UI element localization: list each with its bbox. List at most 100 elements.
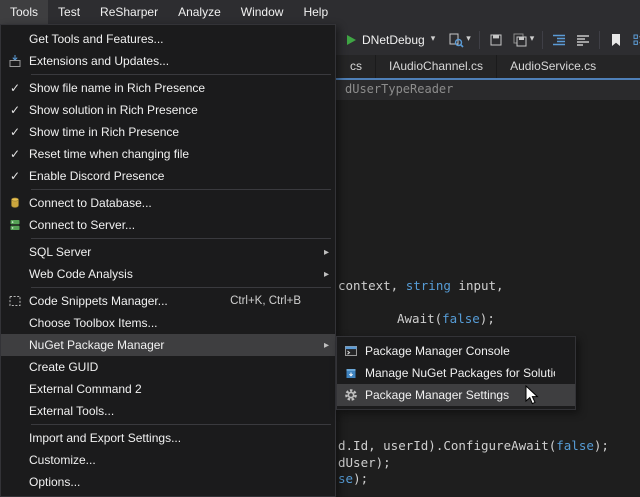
menu-item-manage-nuget-packages-for-solution[interactable]: Manage NuGet Packages for Solution... [337, 362, 575, 384]
menu-item-connect-to-database[interactable]: Connect to Database... [1, 192, 335, 214]
extensions-icon [1, 54, 29, 68]
menu-separator [31, 189, 331, 190]
start-debugging-button[interactable]: DNetDebug ▾ [340, 28, 442, 52]
menu-item-reset-time-when-changing-file[interactable]: ✓Reset time when changing file [1, 143, 335, 165]
menu-item-label: Show file name in Rich Presence [29, 81, 315, 95]
find-symbol-button[interactable]: ▾ [444, 29, 475, 51]
menu-item-package-manager-console[interactable]: Package Manager Console [337, 340, 575, 362]
menu-item-shortcut: Ctrl+K, Ctrl+B [230, 295, 315, 307]
navigation-member-label: dUserTypeReader [345, 82, 453, 96]
checkmark-icon: ✓ [1, 147, 29, 161]
indent-lines-button[interactable] [547, 29, 571, 51]
menu-item-connect-to-server[interactable]: Connect to Server... [1, 214, 335, 236]
menu-item-extensions-and-updates[interactable]: Extensions and Updates... [1, 50, 335, 72]
menubar: ToolsTestReSharperAnalyzeWindowHelp [0, 0, 640, 24]
checkmark-icon: ✓ [1, 169, 29, 183]
menu-item-label: Connect to Database... [29, 196, 315, 210]
nuget-submenu: Package Manager Console Manage NuGet Pack… [336, 336, 576, 410]
vs-window: ToolsTestReSharperAnalyzeWindowHelp DNet… [0, 0, 640, 497]
comment-lines-icon [575, 32, 591, 48]
menu-item-label: External Command 2 [29, 382, 315, 396]
menubar-item-window[interactable]: Window [231, 0, 294, 24]
menu-item-label: Create GUID [29, 360, 315, 374]
menu-item-choose-toolbox-items[interactable]: Choose Toolbox Items... [1, 312, 335, 334]
code-line: dUser); [338, 455, 391, 470]
menu-item-label: Package Manager Console [365, 344, 555, 358]
chevron-down-icon: ▾ [431, 35, 436, 44]
menu-item-label: NuGet Package Manager [29, 338, 315, 352]
menu-item-options[interactable]: Options... [1, 471, 335, 493]
menu-item-code-snippets-manager[interactable]: Code Snippets Manager... Ctrl+K, Ctrl+B [1, 290, 335, 312]
menu-item-label: Manage NuGet Packages for Solution... [365, 366, 555, 380]
snippets-icon [1, 294, 29, 308]
menu-separator [31, 74, 331, 75]
submenu-arrow-icon: ▸ [315, 269, 329, 280]
menu-item-get-tools-and-features[interactable]: Get Tools and Features... [1, 28, 335, 50]
server-icon [1, 218, 29, 232]
toolbar-buttons: ▾▾ [444, 29, 640, 51]
menubar-item-tools[interactable]: Tools [0, 0, 48, 24]
comment-lines-button[interactable] [571, 29, 595, 51]
menu-separator [31, 424, 331, 425]
code-line: Await(false); [397, 311, 495, 326]
tab-iaudiochannel-cs[interactable]: IAudioChannel.cs [375, 55, 496, 78]
menu-item-label: Import and Export Settings... [29, 431, 315, 445]
save-file-button[interactable] [484, 29, 508, 51]
tab-cs[interactable]: cs [337, 55, 375, 78]
debug-target-label: DNetDebug [362, 33, 425, 47]
bookmark-icon [608, 32, 624, 48]
menu-separator [31, 238, 331, 239]
menubar-item-help[interactable]: Help [293, 0, 338, 24]
menu-item-show-time-in-rich-presence[interactable]: ✓Show time in Rich Presence [1, 121, 335, 143]
toolbar-separator [479, 31, 480, 49]
menu-item-label: Get Tools and Features... [29, 32, 315, 46]
chevron-down-icon: ▾ [466, 35, 471, 44]
menu-item-show-file-name-in-rich-presence[interactable]: ✓Show file name in Rich Presence [1, 77, 335, 99]
submenu-arrow-icon: ▸ [315, 340, 329, 351]
menu-item-external-command-2[interactable]: External Command 2 [1, 378, 335, 400]
task-list-icon [632, 32, 640, 48]
menu-item-import-and-export-settings[interactable]: Import and Export Settings... [1, 427, 335, 449]
menu-item-nuget-package-manager[interactable]: NuGet Package Manager▸ [1, 334, 335, 356]
menu-item-enable-discord-presence[interactable]: ✓Enable Discord Presence [1, 165, 335, 187]
database-icon [1, 196, 29, 210]
menu-item-label: Show time in Rich Presence [29, 125, 315, 139]
menu-item-create-guid[interactable]: Create GUID [1, 356, 335, 378]
menu-item-label: Show solution in Rich Presence [29, 103, 315, 117]
toolbar-content: DNetDebug ▾ ▾▾ [340, 24, 640, 55]
menubar-item-resharper[interactable]: ReSharper [90, 0, 168, 24]
save-all-icon [512, 32, 528, 48]
tabs: csIAudioChannel.csAudioService.cs [337, 55, 609, 78]
tab-audioservice-cs[interactable]: AudioService.cs [496, 55, 609, 78]
menu-item-label: SQL Server [29, 245, 315, 259]
menu-item-label: Customize... [29, 453, 315, 467]
indent-lines-icon [551, 32, 567, 48]
menu-item-web-code-analysis[interactable]: Web Code Analysis▸ [1, 263, 335, 285]
checkmark-icon: ✓ [1, 103, 29, 117]
mouse-cursor [525, 385, 539, 406]
menubar-item-analyze[interactable]: Analyze [168, 0, 231, 24]
menu-item-sql-server[interactable]: SQL Server▸ [1, 241, 335, 263]
checkmark-icon: ✓ [1, 125, 29, 139]
menu-item-label: Code Snippets Manager... [29, 294, 218, 308]
menu-separator [31, 287, 331, 288]
menu-item-label: Options... [29, 475, 315, 489]
menu-item-customize[interactable]: Customize... [1, 449, 335, 471]
menu-item-label: Enable Discord Presence [29, 169, 315, 183]
menu-item-package-manager-settings[interactable]: Package Manager Settings [337, 384, 575, 406]
console-icon [337, 344, 365, 358]
find-symbol-icon [448, 32, 464, 48]
menu-item-external-tools[interactable]: External Tools... [1, 400, 335, 422]
submenu-arrow-icon: ▸ [315, 247, 329, 258]
play-icon [347, 35, 356, 45]
menu-item-show-solution-in-rich-presence[interactable]: ✓Show solution in Rich Presence [1, 99, 335, 121]
bookmark-button[interactable] [604, 29, 628, 51]
menubar-item-test[interactable]: Test [48, 0, 90, 24]
menu-item-label: Choose Toolbox Items... [29, 316, 315, 330]
code-line: context, string input, [338, 278, 504, 293]
menu-item-label: Connect to Server... [29, 218, 315, 232]
save-all-button[interactable]: ▾ [508, 29, 539, 51]
checkmark-icon: ✓ [1, 81, 29, 95]
task-list-button[interactable] [628, 29, 640, 51]
tools-menu: Get Tools and Features... Extensions and … [0, 24, 336, 497]
